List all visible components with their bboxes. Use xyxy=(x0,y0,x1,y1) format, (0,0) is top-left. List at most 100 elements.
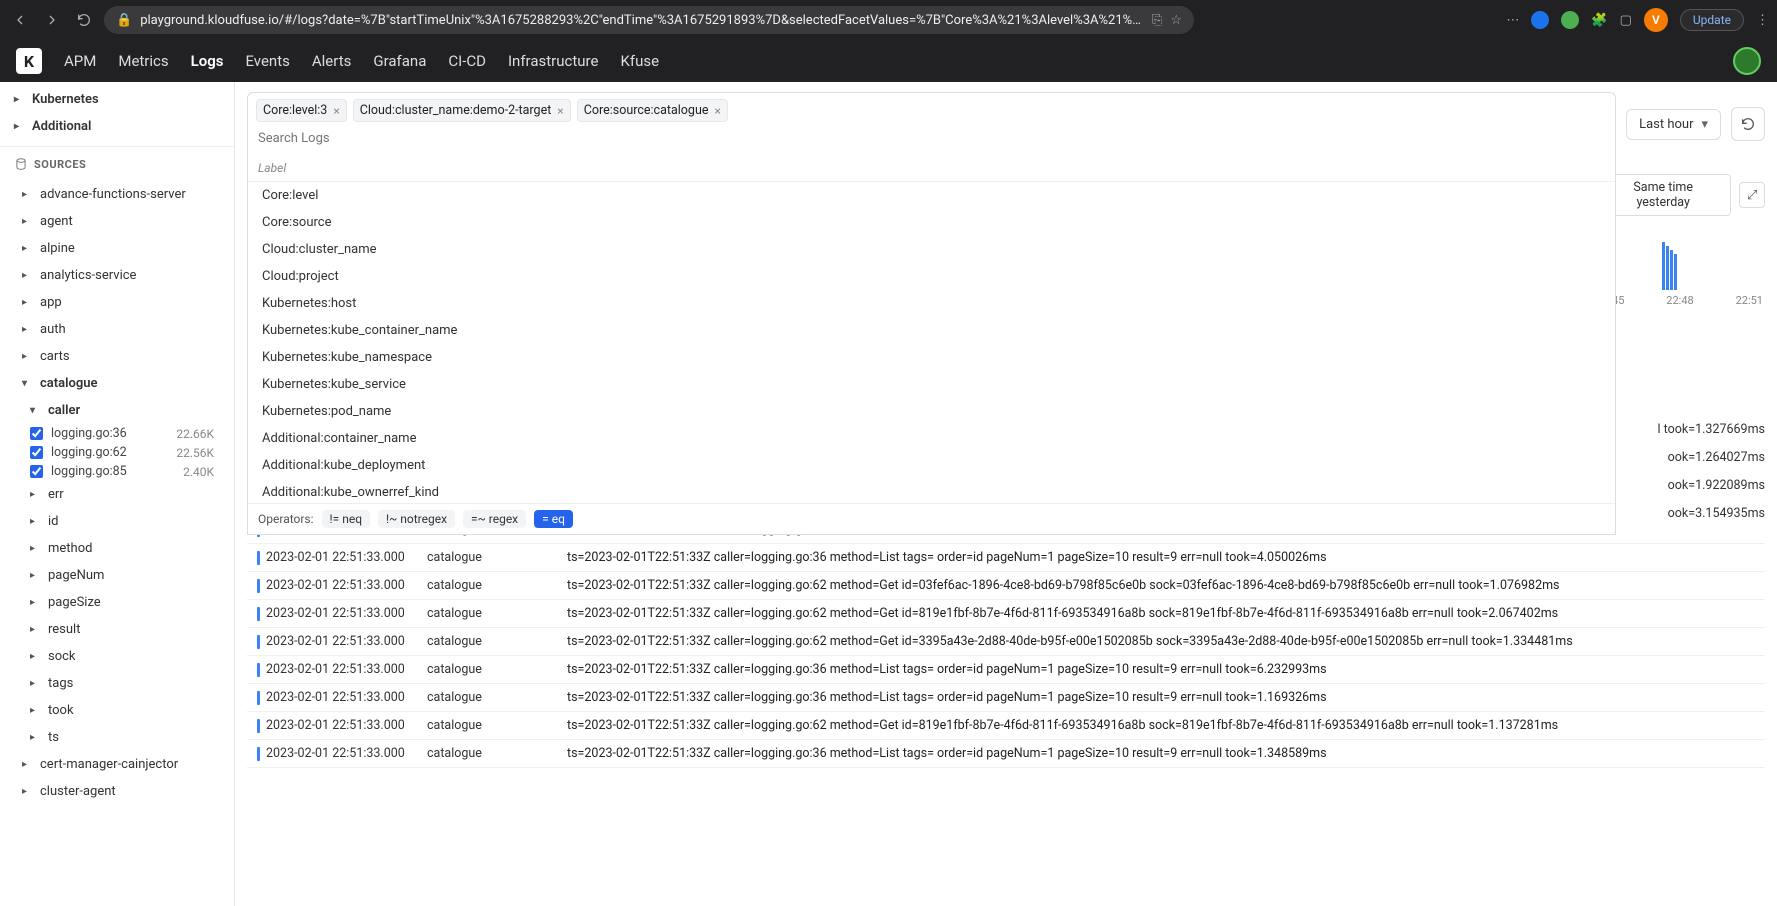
operator-chip[interactable]: =~ regex xyxy=(463,510,526,528)
puzzle-icon[interactable]: 🧩 xyxy=(1591,13,1607,28)
chip-remove-icon[interactable]: × xyxy=(333,104,339,118)
back-icon[interactable] xyxy=(8,8,32,32)
facet-pageNum[interactable]: ▸pageNum xyxy=(0,562,234,589)
dropdown-header: Label xyxy=(248,155,1615,182)
nav-events[interactable]: Events xyxy=(245,52,289,70)
sidebar: ▸Kubernetes▸Additional SOURCES ▸advance-… xyxy=(0,82,235,906)
sources-header: SOURCES xyxy=(0,146,234,181)
table-row[interactable]: 2023-02-01 22:51:33.000cataloguets=2023-… xyxy=(247,600,1765,628)
operator-chip[interactable]: = eq xyxy=(534,510,573,528)
source-cluster-agent[interactable]: ▸cluster-agent xyxy=(0,778,234,805)
level-marker xyxy=(257,663,260,677)
label-option[interactable]: Kubernetes:kube_container_name xyxy=(248,317,1615,344)
label-option[interactable]: Core:source xyxy=(248,209,1615,236)
facet-result[interactable]: ▸result xyxy=(0,616,234,643)
filter-chip[interactable]: Cloud:cluster_name:demo-2-target× xyxy=(353,99,571,122)
install-icon[interactable]: ⎘ xyxy=(1152,13,1162,28)
expand-chart-button[interactable]: ⤢ xyxy=(1739,182,1765,208)
table-row[interactable]: 2023-02-01 22:51:33.000cataloguets=2023-… xyxy=(247,712,1765,740)
reload-icon[interactable] xyxy=(72,8,96,32)
source-advance-functions-server[interactable]: ▸advance-functions-server xyxy=(0,181,234,208)
forward-icon[interactable] xyxy=(40,8,64,32)
source-auth[interactable]: ▸auth xyxy=(0,316,234,343)
side-group-kubernetes[interactable]: ▸Kubernetes xyxy=(0,86,234,113)
search-box[interactable]: Core:level:3× Cloud:cluster_name:demo-2-t… xyxy=(247,92,1616,156)
nav-apm[interactable]: APM xyxy=(64,52,96,70)
side-group-additional[interactable]: ▸Additional xyxy=(0,113,234,140)
profile-avatar[interactable]: V xyxy=(1644,8,1668,32)
caller-checkbox[interactable] xyxy=(30,446,43,459)
browser-chrome: 🔒 playground.kloudfuse.io/#/logs?date=%7… xyxy=(0,0,1777,40)
nav-logs[interactable]: Logs xyxy=(191,52,224,70)
label-option[interactable]: Kubernetes:kube_namespace xyxy=(248,344,1615,371)
facet-caller[interactable]: ▾caller xyxy=(0,397,234,424)
nav-grafana[interactable]: Grafana xyxy=(373,52,426,70)
table-row[interactable]: 2023-02-01 22:51:33.000cataloguets=2023-… xyxy=(247,628,1765,656)
facet-sock[interactable]: ▸sock xyxy=(0,643,234,670)
operator-chip[interactable]: !~ notregex xyxy=(378,510,455,528)
source-carts[interactable]: ▸carts xyxy=(0,343,234,370)
label-option[interactable]: Kubernetes:kube_service xyxy=(248,371,1615,398)
facet-id[interactable]: ▸id xyxy=(0,508,234,535)
facet-err[interactable]: ▸err xyxy=(0,481,234,508)
sources-label: SOURCES xyxy=(34,158,86,171)
ext-icon-2[interactable] xyxy=(1561,11,1579,29)
level-marker xyxy=(257,691,260,705)
table-row[interactable]: 2023-02-01 22:51:33.000cataloguets=2023-… xyxy=(247,684,1765,712)
caller-item[interactable]: logging.go:852.40K xyxy=(0,462,234,481)
source-alpine[interactable]: ▸alpine xyxy=(0,235,234,262)
label-option[interactable]: Additional:kube_deployment xyxy=(248,452,1615,479)
facet-method[interactable]: ▸method xyxy=(0,535,234,562)
nav-infrastructure[interactable]: Infrastructure xyxy=(508,52,598,70)
facet-pageSize[interactable]: ▸pageSize xyxy=(0,589,234,616)
update-button[interactable]: Update xyxy=(1680,9,1744,31)
refresh-button[interactable] xyxy=(1731,107,1765,141)
nav-metrics[interactable]: Metrics xyxy=(118,52,168,70)
source-analytics-service[interactable]: ▸analytics-service xyxy=(0,262,234,289)
facet-ts[interactable]: ▸ts xyxy=(0,724,234,751)
filter-chip[interactable]: Core:source:catalogue× xyxy=(577,99,728,122)
chip-remove-icon[interactable]: × xyxy=(557,104,563,118)
label-option[interactable]: Kubernetes:host xyxy=(248,290,1615,317)
caller-item[interactable]: logging.go:6222.56K xyxy=(0,443,234,462)
source-agent[interactable]: ▸agent xyxy=(0,208,234,235)
facet-tags[interactable]: ▸tags xyxy=(0,670,234,697)
status-icon[interactable] xyxy=(1733,47,1761,75)
app-logo[interactable]: K xyxy=(16,48,42,74)
label-option[interactable]: Cloud:project xyxy=(248,263,1615,290)
panel-icon[interactable]: ▢ xyxy=(1620,13,1632,28)
kebab-icon[interactable]: ⋮ xyxy=(1756,13,1769,28)
search-input[interactable] xyxy=(256,128,1607,149)
caller-checkbox[interactable] xyxy=(30,465,43,478)
label-option[interactable]: Core:level xyxy=(248,182,1615,209)
database-icon xyxy=(14,157,28,171)
star-icon[interactable]: ☆ xyxy=(1170,13,1182,28)
filter-chip[interactable]: Core:level:3× xyxy=(256,99,347,122)
url-bar[interactable]: 🔒 playground.kloudfuse.io/#/logs?date=%7… xyxy=(104,6,1194,34)
label-option[interactable]: Additional:container_name xyxy=(248,425,1615,452)
source-app[interactable]: ▸app xyxy=(0,289,234,316)
label-option[interactable]: Additional:kube_ownerref_kind xyxy=(248,479,1615,503)
label-option[interactable]: Kubernetes:pod_name xyxy=(248,398,1615,425)
nav-alerts[interactable]: Alerts xyxy=(312,52,352,70)
more-icon[interactable]: ⋯ xyxy=(1506,13,1519,28)
caller-item[interactable]: logging.go:3622.66K xyxy=(0,424,234,443)
caller-checkbox[interactable] xyxy=(30,427,43,440)
source-catalogue[interactable]: ▾catalogue xyxy=(0,370,234,397)
nav-ci-cd[interactable]: CI-CD xyxy=(448,52,486,70)
time-range-picker[interactable]: Last hour ▾ xyxy=(1626,109,1721,140)
table-row[interactable]: 2023-02-01 22:51:33.000cataloguets=2023-… xyxy=(247,740,1765,768)
ext-icon-1[interactable] xyxy=(1531,11,1549,29)
facet-took[interactable]: ▸took xyxy=(0,697,234,724)
chip-remove-icon[interactable]: × xyxy=(714,104,720,118)
table-row[interactable]: 2023-02-01 22:51:33.000cataloguets=2023-… xyxy=(247,572,1765,600)
source-cert-manager-cainjector[interactable]: ▸cert-manager-cainjector xyxy=(0,751,234,778)
nav-kfuse[interactable]: Kfuse xyxy=(620,52,659,70)
level-marker xyxy=(257,719,260,733)
label-option[interactable]: Cloud:cluster_name xyxy=(248,236,1615,263)
level-marker xyxy=(257,551,260,565)
table-row[interactable]: 2023-02-01 22:51:33.000cataloguets=2023-… xyxy=(247,544,1765,572)
table-row[interactable]: 2023-02-01 22:51:33.000cataloguets=2023-… xyxy=(247,656,1765,684)
chart-axis: 22:4522:4822:51 xyxy=(1595,294,1765,307)
operator-chip[interactable]: != neq xyxy=(322,510,370,528)
